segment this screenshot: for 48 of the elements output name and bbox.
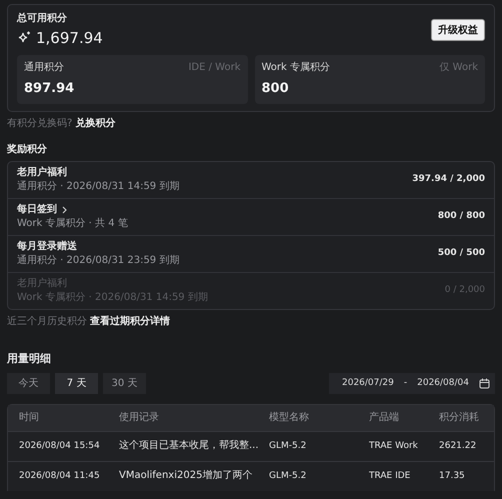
column-header: 使用记录 <box>119 412 160 424</box>
range-tab[interactable]: 30 天 <box>103 372 146 394</box>
sparkle-icon <box>17 31 31 45</box>
section-title: 奖励积分 <box>7 144 48 156</box>
card-title: 总可用积分 <box>17 13 68 25</box>
calendar-icon <box>479 378 490 389</box>
table-cell-text: VMaolifenxi2025增加了两个 <box>119 470 254 482</box>
reward-name: 每月登录赠送 <box>17 240 77 253</box>
history-prompt: 近三个月历史积分 <box>7 316 87 328</box>
reward-name: 老用户福利 <box>17 278 67 290</box>
balance-value: 897.94 <box>24 81 76 97</box>
reward-amount: 800 / 800 <box>438 211 485 222</box>
table-cell-text: GLM-5.2 <box>269 470 308 482</box>
table-cell-text: TRAE Work <box>369 440 419 452</box>
reward-detail: Work 专属积分 · 共 4 笔 <box>17 218 128 230</box>
date-range-picker[interactable]: 2026/07/29 - 2026/08/04 <box>329 372 495 394</box>
reward-amount: 0 / 2,000 <box>444 285 485 296</box>
total-credits: 1,697.94 <box>36 29 103 47</box>
history-link[interactable]: 查看过期积分详情 <box>90 316 170 328</box>
column-header: 积分消耗 <box>439 412 480 424</box>
table-cell-text: 17.35 <box>439 470 466 482</box>
reward-detail: 通用积分 · 2026/08/31 23:59 到期 <box>17 254 180 267</box>
balance-scope: IDE / Work <box>188 62 240 74</box>
range-tab[interactable]: 今天 <box>7 372 50 394</box>
redeem-link[interactable]: 兑换积分 <box>75 118 116 130</box>
column-header: 模型名称 <box>269 412 310 424</box>
table-cell-text: 2026/08/04 15:54 <box>19 440 101 452</box>
balance-name: 通用积分 <box>24 62 64 74</box>
table-cell-text: GLM-5.2 <box>269 440 308 452</box>
table-cell-text: 2026/08/04 11:45 <box>19 470 101 482</box>
redeem-prompt: 有积分兑换码? <box>7 118 72 130</box>
balance-scope: 仅 Work <box>439 62 478 74</box>
table-cell-text: 2621.22 <box>439 440 478 452</box>
balance-name: Work 专属积分 <box>262 62 330 74</box>
range-tab[interactable]: 7 天 <box>55 372 98 394</box>
section-title: 用量明细 <box>7 352 52 365</box>
reward-name: 老用户福利 <box>17 166 67 179</box>
upgrade-button[interactable]: 升级权益 <box>431 19 485 41</box>
column-header: 产品端 <box>369 412 400 424</box>
reward-detail: Work 专属积分 · 2026/08/31 14:59 到期 <box>17 292 208 304</box>
balance-value: 800 <box>262 81 290 97</box>
chevron-icon[interactable] <box>62 206 67 214</box>
reward-amount: 500 / 500 <box>438 248 485 259</box>
table-cell-text: TRAE IDE <box>369 470 412 482</box>
reward-amount: 397.94 / 2,000 <box>412 174 485 185</box>
reward-name: 每日签到 <box>17 204 57 216</box>
column-header: 时间 <box>19 412 40 424</box>
reward-detail: 通用积分 · 2026/08/31 14:59 到期 <box>17 180 180 193</box>
